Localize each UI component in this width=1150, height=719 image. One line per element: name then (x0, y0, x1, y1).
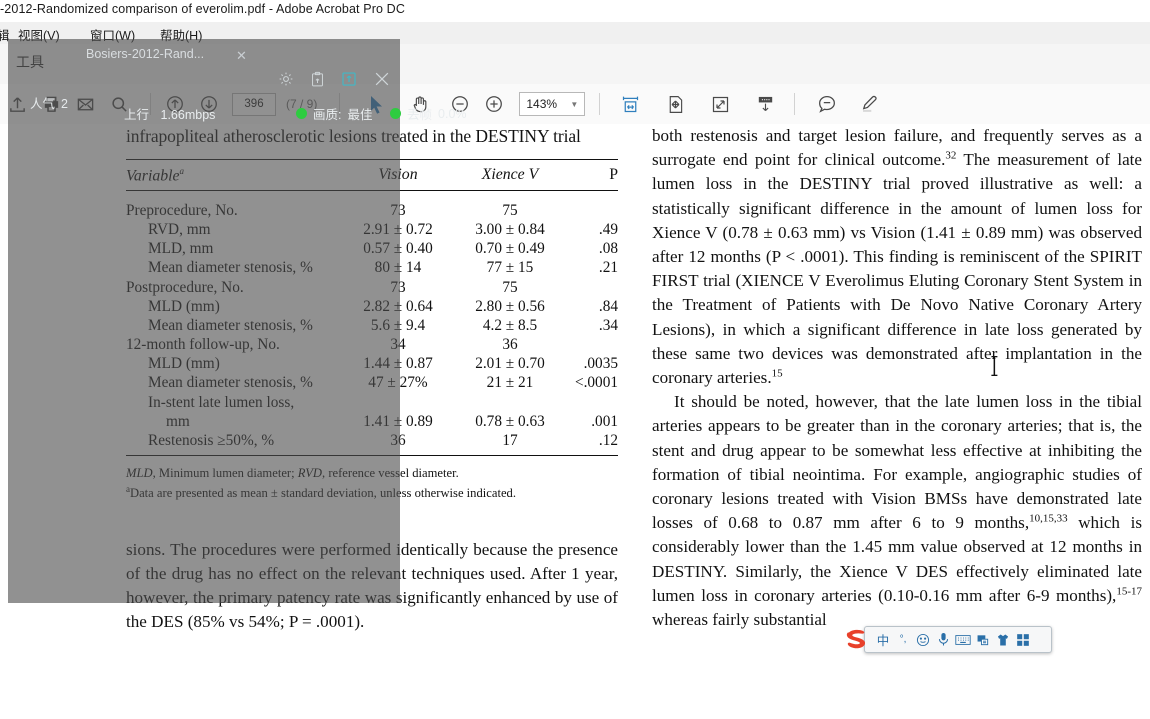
clipboard-upload-icon[interactable] (309, 71, 326, 88)
table-cell-xience: 2.80 ± 0.56 (475, 297, 545, 315)
right-p1-ref-32: 32 (945, 149, 957, 162)
toolbar-divider-3 (599, 93, 601, 115)
toolbar-divider-4 (794, 93, 796, 115)
right-p2-ref-101533: 10,15,33 (1029, 512, 1068, 525)
table-cell-xience: 0.78 ± 0.63 (475, 412, 545, 430)
ime-soft-keyboard-icon[interactable] (953, 629, 973, 651)
overlay-popularity: 人气 2 (30, 93, 68, 112)
table-cell-pvalue: .08 (598, 240, 618, 258)
table-cell-xience: 77 ± 15 (486, 259, 534, 277)
right-p2-ref-1517: 15-17 (1116, 585, 1142, 598)
table-cell-pvalue: .0035 (583, 355, 618, 373)
overlay-quality: 画质: 最佳 (296, 104, 373, 123)
share-window-icon[interactable] (340, 70, 358, 88)
highlight-icon[interactable] (852, 89, 886, 119)
right-p2-part-a: It should be noted, however, that the la… (652, 392, 1142, 533)
gear-icon[interactable] (277, 70, 295, 88)
table-cell-xience: 17 (502, 432, 518, 450)
screen-share-overlay[interactable]: Bosiers-2012-Rand... ✕ 人气 2 上行 1.66mbps 画… (8, 39, 467, 603)
right-p2-part-c: whereas fairly substantial (652, 610, 827, 630)
table-cell-pvalue (566, 278, 618, 297)
table-cell-xience: 0.70 ± 0.49 (475, 240, 545, 258)
right-paragraph-2: It should be noted, however, that the la… (652, 390, 1142, 632)
table-cell-pvalue (566, 335, 618, 354)
overlay-popularity-label: 人气 (30, 97, 56, 111)
sogou-ime-toolbar[interactable]: 中 °, (846, 626, 1052, 653)
ime-voice-input-icon[interactable] (933, 629, 953, 651)
fullscreen-icon[interactable] (703, 89, 737, 119)
table-cell-xience: 3.00 ± 0.84 (475, 220, 545, 238)
fit-page-icon[interactable] (658, 89, 692, 119)
overlay-tab-close-icon[interactable]: ✕ (236, 48, 247, 64)
overlay-tab-title[interactable]: Bosiers-2012-Rand... (86, 47, 204, 61)
overlay-uplink-label: 上行 (124, 108, 150, 122)
table-cell-xience: 4.2 ± 8.5 (482, 316, 538, 334)
table-cell-pvalue: .001 (591, 412, 618, 430)
table-cell-pvalue (566, 190, 618, 220)
ime-punctuation-icon[interactable]: °, (893, 629, 913, 651)
quality-status-dot-icon (296, 108, 307, 119)
ime-screenshot-icon[interactable] (973, 629, 993, 651)
table-cell-pvalue: <.0001 (574, 374, 618, 392)
table-cell-xience: 75 (502, 278, 518, 296)
window-title-bar: -2012-Randomized comparison of everolim.… (0, 0, 1150, 22)
table-cell-pvalue: .49 (598, 220, 618, 238)
table-cell-pvalue: .21 (598, 259, 618, 277)
table-cell-xience: 75 (502, 201, 518, 219)
table-header-p: P (609, 166, 618, 184)
sogou-logo-icon[interactable] (843, 624, 873, 654)
overlay-dropped-value: 0.0% (438, 106, 467, 121)
table-cell-xience: 21 ± 21 (486, 374, 534, 392)
zoom-level-value: 143% (526, 97, 558, 111)
overlay-dropped: 丢帧 0.0% (390, 104, 467, 123)
overlay-uplink-value: 1.66mbps (160, 108, 216, 122)
right-paragraph-1: both restenosis and target lesion failur… (652, 124, 1142, 390)
comment-icon[interactable] (810, 89, 844, 119)
ime-skin-icon[interactable] (993, 629, 1013, 651)
close-icon[interactable] (372, 69, 392, 89)
fit-width-icon[interactable] (613, 89, 647, 119)
table-cell-xience: 36 (502, 336, 518, 354)
pdf-right-column: both restenosis and target lesion failur… (652, 124, 1142, 632)
scroll-mode-icon[interactable] (748, 89, 782, 119)
overlay-popularity-value: 2 (61, 97, 68, 111)
table-cell-xience: 2.01 ± 0.70 (475, 355, 545, 373)
ime-toolbox-icon[interactable] (1013, 629, 1033, 651)
ime-chinese-mode-icon[interactable]: 中 (873, 629, 893, 651)
overlay-controls (277, 69, 392, 89)
overlay-quality-value: 最佳 (347, 108, 373, 122)
right-p1-part-b: The measurement of late lumen loss in th… (652, 150, 1142, 388)
overlay-uplink: 上行 1.66mbps (124, 104, 215, 123)
zoom-level-select[interactable]: 143% ▼ (519, 92, 586, 116)
table-cell-pvalue: .34 (598, 316, 618, 334)
window-title: -2012-Randomized comparison of everolim.… (0, 2, 405, 16)
table-cell-pvalue (566, 393, 618, 412)
text-cursor-icon (990, 355, 999, 377)
ime-emoji-icon[interactable] (913, 629, 933, 651)
overlay-quality-label: 画质: (313, 108, 342, 122)
dropped-status-dot-icon (390, 108, 401, 119)
table-cell-xience (454, 393, 566, 412)
chevron-down-icon: ▼ (570, 99, 579, 109)
zoom-in-icon[interactable] (477, 89, 511, 119)
right-p1-ref-15: 15 (771, 367, 783, 380)
table-header-xience: Xience V (481, 166, 539, 184)
overlay-dropped-label: 丢帧 (407, 108, 433, 122)
table-cell-pvalue: .12 (598, 432, 618, 450)
table-cell-pvalue: .84 (598, 297, 618, 315)
acrobat-window: -2012-Randomized comparison of everolim.… (0, 0, 1150, 719)
